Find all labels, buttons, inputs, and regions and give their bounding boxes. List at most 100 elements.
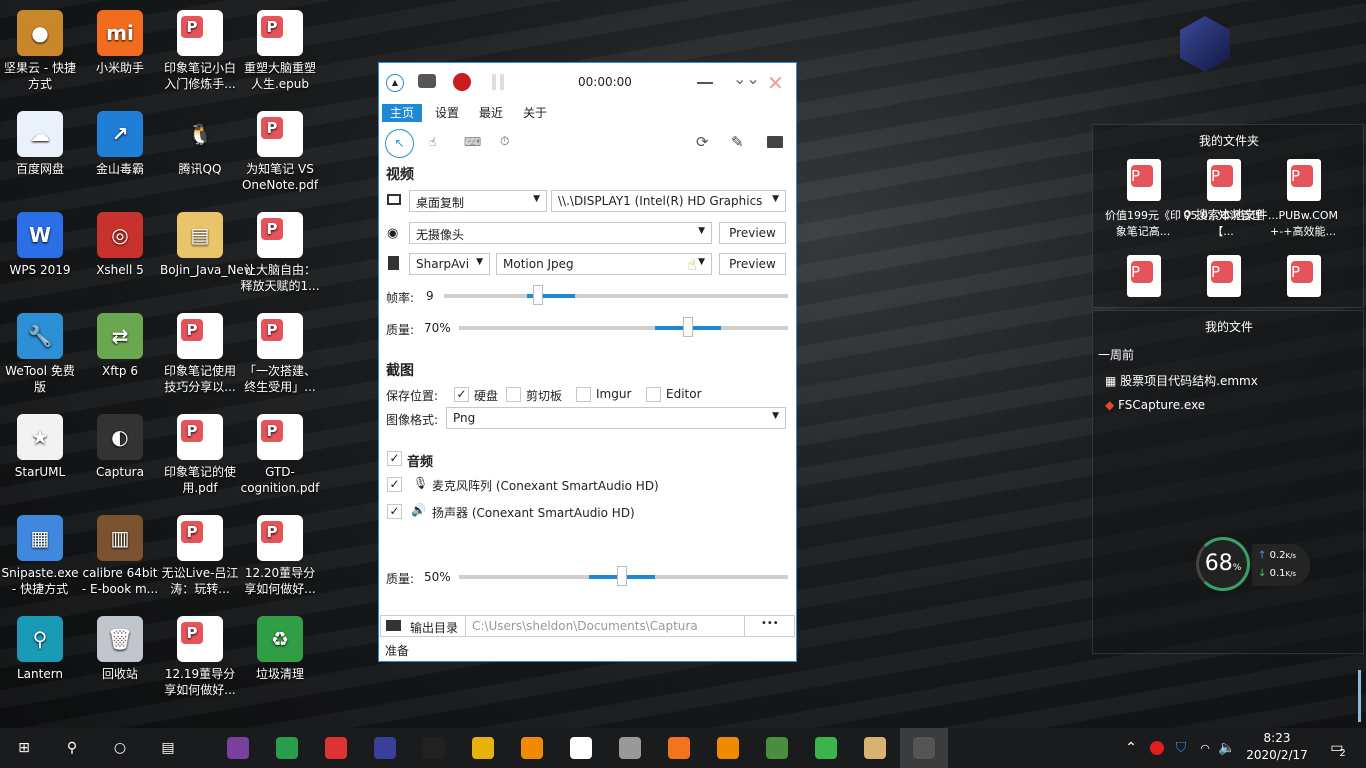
desktop-icon[interactable]: 12.19董导分享如何做好... [160,616,240,698]
desktop-icon[interactable]: ♻ 垃圾清理 [240,616,320,682]
desktop-icon[interactable]: 🗑 回收站 [80,616,160,682]
desktop-icon[interactable]: ▤ BoJin_Java_New [160,212,254,278]
close-button[interactable]: ✕ [767,71,784,95]
source-select[interactable]: 桌面复制 ▼ [409,190,547,212]
start-button[interactable]: ⊞ [0,728,48,768]
tab-home[interactable]: 主页 [382,104,423,122]
desktop-icon[interactable]: 12.20董导分享如何做好... [240,515,320,597]
tab-about[interactable]: 关于 [515,104,555,122]
writer-select[interactable]: SharpAvi ▼ [409,253,490,275]
video-quality-track[interactable] [459,326,788,330]
pdf-file-icon[interactable] [1287,159,1321,201]
folder-icon[interactable] [767,136,783,148]
brush-icon[interactable]: ✎ [731,133,744,151]
codec-preview-button[interactable]: Preview [719,253,786,275]
desktop-icon[interactable]: ⇄ Xftp 6 [80,313,160,379]
security-tray-icon[interactable]: ⛉ [1170,728,1192,768]
fence-file-label[interactable]: ...PUBw.COM +-+高效能... [1263,208,1343,240]
desktop-icon[interactable]: 「一次搭建、终生受用」... [240,313,320,395]
taskbar-app-datagrip[interactable] [410,728,458,768]
desktop-icon[interactable]: ◎ Xshell 5 [80,212,160,278]
speaker-checkbox[interactable]: ✓ [387,504,402,519]
codec-select[interactable]: Motion Jpeg ▼ [496,253,712,275]
desktop-icon[interactable]: ▦ Snipaste.exe - 快捷方式 [0,515,80,597]
pdf-file-icon[interactable] [1127,255,1161,297]
tab-settings[interactable]: 设置 [427,104,467,122]
pdf-file-icon[interactable] [1207,159,1241,201]
taskbar-app-charts[interactable] [753,728,801,768]
desktop-icon[interactable]: 重塑大脑重塑人生.epub [240,10,320,92]
cortana-button[interactable]: ○ [96,728,144,768]
desktop-icon[interactable]: 印象笔记小白入门修炼手... [160,10,240,92]
notifications-button[interactable]: ▭ 2 [1314,728,1362,768]
desktop-icon[interactable]: 印象笔记的使用.pdf [160,414,240,496]
refresh-icon[interactable]: ⟳ [696,133,709,151]
taskbar-app-captura[interactable] [900,728,948,768]
pause-button[interactable] [492,74,504,90]
mic-checkbox[interactable]: ✓ [387,477,402,492]
desktop-icon[interactable]: ☁ 百度网盘 [0,111,80,177]
desktop-icon[interactable]: ↗ 金山毒霸 [80,111,160,177]
tab-recent[interactable]: 最近 [471,104,511,122]
recent-file[interactable]: ▦ 股票项目代码结构.emmx [1105,372,1258,389]
webcam-preview-button[interactable]: Preview [719,222,786,244]
save-target-checkbox[interactable] [506,387,521,402]
taskbar-app-wechat[interactable] [802,728,850,768]
output-folder-icon[interactable] [386,620,401,631]
desktop-icon[interactable]: ⚲ Lantern [0,616,80,682]
fence-file-label[interactable]: 价值199元《印象笔记高... [1103,208,1183,240]
desktop-icon[interactable]: 🐧 腾讯QQ [160,111,240,177]
fps-slider-track[interactable] [444,294,788,298]
taskbar-app-davinci[interactable] [557,728,605,768]
desktop-icon[interactable]: ◐ Captura [80,414,160,480]
taskbar-app-eclipse[interactable] [361,728,409,768]
timer-icon[interactable]: ⏱ [500,134,509,149]
taskbar-app-intellij-idea[interactable] [312,728,360,768]
search-button[interactable]: ⚲ [48,728,96,768]
taskbar-app-office[interactable] [655,728,703,768]
browse-button[interactable]: ••• [761,618,779,629]
search-local-files[interactable]: ⚲ 搜索本地文件 [1183,206,1268,223]
desktop-icon[interactable]: 印象笔记使用技巧分享以... [160,313,240,395]
scrollbar[interactable] [1358,670,1361,722]
desktop-icon[interactable]: GTD-cognition.pdf [240,414,320,496]
audio-quality-thumb[interactable] [617,566,627,586]
desktop-icon[interactable]: 为知笔记 VS OneNote.pdf [240,111,320,193]
desktop-icon[interactable]: W WPS 2019 [0,212,80,278]
audio-checkbox[interactable]: ✓ [387,451,402,466]
click-hand-icon[interactable]: ☝ [429,135,436,149]
taskbar-app-network[interactable] [606,728,654,768]
output-label[interactable]: 输出目录 [410,619,458,636]
taskbar-app-onenote[interactable] [214,728,262,768]
pdf-file-icon[interactable] [1207,255,1241,297]
volume-icon[interactable]: 🔈 [1216,728,1238,768]
desktop-icon[interactable]: 让大脑自由：释放天赋的1... [240,212,320,294]
video-quality-thumb[interactable] [683,317,693,337]
display-select[interactable]: \\.\DISPLAY1 (Intel(R) HD Graphics ▼ [551,190,786,212]
desktop-icon[interactable]: 无讼Live-吕江涛：玩转... [160,515,240,597]
fps-slider-thumb[interactable] [533,285,543,305]
save-target-checkbox[interactable]: ✓ [454,387,469,402]
recent-file[interactable]: ◆ FSCapture.exe [1105,398,1205,412]
clock[interactable]: 8:23 2020/2/17 [1240,730,1314,764]
taskbar-app-search[interactable] [704,728,752,768]
pdf-file-icon[interactable] [1127,159,1161,201]
desktop-icon[interactable]: mi 小米助手 [80,10,160,76]
save-target-checkbox[interactable] [576,387,591,402]
desktop-icon[interactable]: 🔧 WeTool 免费版 [0,313,80,395]
tray-expand-icon[interactable]: ⌃ [1118,728,1144,768]
format-select[interactable]: Png ▼ [446,407,786,429]
taskbar-app-book[interactable] [851,728,899,768]
output-path[interactable]: C:\Users\sheldon\Documents\Captura [465,616,745,636]
minimize-button[interactable] [697,82,713,84]
taskbar-app-vlc[interactable] [508,728,556,768]
save-target-checkbox[interactable] [646,387,661,402]
camera-icon[interactable] [418,74,436,88]
keyboard-icon[interactable]: ⌨ [464,135,481,149]
taskbar-app-evernote[interactable] [263,728,311,768]
task-view-button[interactable]: ▤ [144,728,192,768]
desktop-icon[interactable]: ▥ calibre 64bit - E-book m... [80,515,160,597]
webcam-select[interactable]: 无摄像头 ▼ [409,222,712,244]
cursor-toggle-icon[interactable]: ↖ [385,129,414,158]
desktop-icon[interactable]: ★ StarUML [0,414,80,480]
